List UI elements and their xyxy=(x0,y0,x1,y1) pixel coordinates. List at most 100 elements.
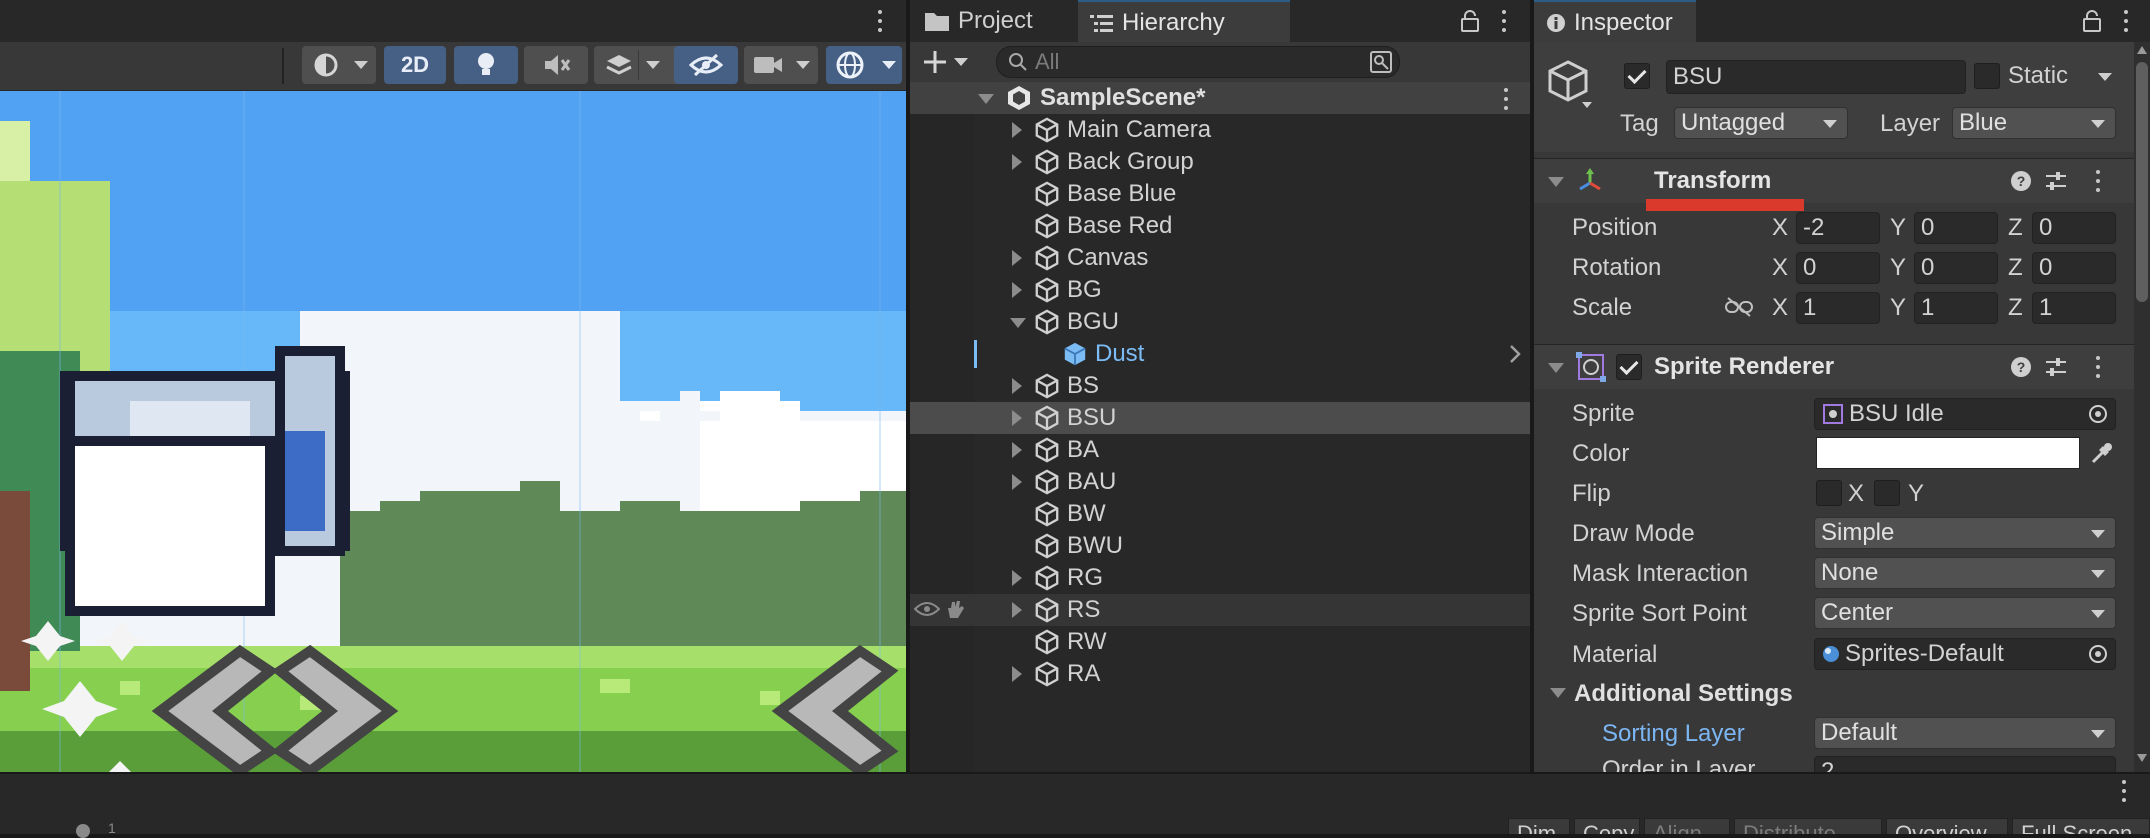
inspector-more-icon[interactable] xyxy=(2124,10,2128,32)
scale-z-field[interactable]: 1 xyxy=(2032,292,2116,324)
rotation-x-field[interactable]: 0 xyxy=(1796,252,1880,284)
foldout-collapsed-icon[interactable] xyxy=(1012,378,1022,394)
help-icon[interactable]: ? xyxy=(2010,356,2032,378)
hierarchy-item[interactable]: BAU xyxy=(910,466,1530,498)
scene-visibility-button[interactable] xyxy=(674,46,738,84)
bottom-toolbar-button[interactable]: Copy xyxy=(1574,818,1640,834)
presets-icon[interactable] xyxy=(2044,356,2068,378)
open-prefab-chevron-icon[interactable] xyxy=(1508,344,1522,364)
sprite-renderer-more-icon[interactable] xyxy=(2096,356,2100,378)
rotation-z-field[interactable]: 0 xyxy=(2032,252,2116,284)
hierarchy-item[interactable]: Base Red xyxy=(910,210,1530,242)
axis-z-label[interactable]: Z xyxy=(2008,214,2023,242)
bottom-more-icon[interactable] xyxy=(2122,780,2126,802)
hierarchy-item[interactable]: RG xyxy=(910,562,1530,594)
panel-splitter[interactable] xyxy=(906,0,910,772)
foldout-collapsed-icon[interactable] xyxy=(1012,154,1022,170)
position-y-field[interactable]: 0 xyxy=(1914,212,1998,244)
foldout-collapsed-icon[interactable] xyxy=(1012,442,1022,458)
sprite-object-field[interactable]: BSU Idle xyxy=(1814,398,2116,430)
transform-more-icon[interactable] xyxy=(2096,170,2100,192)
object-picker-icon[interactable] xyxy=(2087,403,2109,425)
hierarchy-item[interactable]: BGU xyxy=(910,306,1530,338)
gizmos-button[interactable] xyxy=(826,46,902,84)
static-checkbox[interactable] xyxy=(1974,63,2000,89)
rotation-y-field[interactable]: 0 xyxy=(1914,252,1998,284)
hierarchy-more-icon[interactable] xyxy=(1502,10,1506,32)
tab-inspector[interactable]: Inspector xyxy=(1534,0,1696,44)
flip-y-checkbox[interactable] xyxy=(1874,480,1900,506)
hierarchy-item[interactable]: Base Blue xyxy=(910,178,1530,210)
hierarchy-item[interactable]: Canvas xyxy=(910,242,1530,274)
foldout-collapsed-icon[interactable] xyxy=(1012,666,1022,682)
hierarchy-item[interactable]: RW xyxy=(910,626,1530,658)
gameobject-cube-icon[interactable] xyxy=(1546,58,1592,108)
order-in-layer-field[interactable]: 2 xyxy=(1814,756,2116,772)
sprite-renderer-enabled-checkbox[interactable] xyxy=(1616,354,1642,380)
scale-y-field[interactable]: 1 xyxy=(1914,292,1998,324)
axis-y-label[interactable]: Y xyxy=(1890,294,1906,322)
axis-y-label[interactable]: Y xyxy=(1890,254,1906,282)
flip-x-checkbox[interactable] xyxy=(1816,480,1842,506)
layer-dropdown[interactable]: Blue xyxy=(1952,107,2116,139)
hierarchy-item[interactable]: Dust xyxy=(910,338,1530,370)
additional-settings-foldout-icon[interactable] xyxy=(1550,688,1566,698)
tab-project[interactable]: Project xyxy=(910,0,1088,42)
active-checkbox[interactable] xyxy=(1624,63,1650,89)
foldout-collapsed-icon[interactable] xyxy=(1012,602,1022,618)
axis-x-label[interactable]: X xyxy=(1772,254,1788,282)
axis-z-label[interactable]: Z xyxy=(2008,254,2023,282)
camera-button[interactable] xyxy=(744,46,818,84)
transform-header[interactable]: Transform ? xyxy=(1534,158,2134,211)
visibility-eye-icon[interactable] xyxy=(914,600,940,618)
scene-viewport[interactable] xyxy=(0,91,906,772)
object-picker-icon[interactable] xyxy=(2087,643,2109,665)
foldout-collapsed-icon[interactable] xyxy=(1012,282,1022,298)
bottom-toolbar-button[interactable]: Align xyxy=(1644,818,1730,834)
scene-header-row[interactable]: SampleScene* xyxy=(910,82,1530,114)
inspector-scrollbar[interactable] xyxy=(2134,42,2150,772)
hierarchy-item[interactable]: Main Camera xyxy=(910,114,1530,146)
presets-icon[interactable] xyxy=(2044,170,2068,192)
foldout-collapsed-icon[interactable] xyxy=(1012,410,1022,426)
scrollbar-thumb[interactable] xyxy=(2136,62,2148,302)
bottom-toolbar-button[interactable]: Overview xyxy=(1886,818,2008,834)
constrain-proportions-icon[interactable] xyxy=(1724,296,1754,318)
mask-interaction-dropdown[interactable]: None xyxy=(1814,557,2116,589)
search-options-icon[interactable] xyxy=(1369,50,1393,74)
hierarchy-item[interactable]: BW xyxy=(910,498,1530,530)
bottom-toolbar-button[interactable]: Full Screen xyxy=(2012,818,2150,834)
lock-icon[interactable] xyxy=(1460,10,1480,32)
scale-x-field[interactable]: 1 xyxy=(1796,292,1880,324)
hierarchy-item[interactable]: BSU xyxy=(910,402,1530,434)
hierarchy-search-input[interactable]: All xyxy=(996,46,1400,78)
create-button[interactable] xyxy=(922,46,972,78)
foldout-collapsed-icon[interactable] xyxy=(1012,474,1022,490)
bottom-toolbar-button[interactable]: Dim xyxy=(1508,818,1570,834)
sprite-renderer-header[interactable]: Sprite Renderer ? xyxy=(1534,344,2134,389)
foldout-collapsed-icon[interactable] xyxy=(1012,250,1022,266)
additional-settings-label[interactable]: Additional Settings xyxy=(1574,680,1793,708)
axis-x-label[interactable]: X xyxy=(1772,214,1788,242)
hierarchy-item[interactable]: BG xyxy=(910,274,1530,306)
material-object-field[interactable]: Sprites-Default xyxy=(1814,638,2116,670)
help-icon[interactable]: ? xyxy=(2010,170,2032,192)
audio-button[interactable] xyxy=(524,46,588,84)
color-swatch[interactable] xyxy=(1816,437,2080,469)
mode-2d-button[interactable]: 2D xyxy=(384,46,446,84)
hierarchy-item[interactable]: RS xyxy=(910,594,1530,626)
sprite-sort-point-dropdown[interactable]: Center xyxy=(1814,597,2116,629)
scene-more-icon[interactable] xyxy=(878,10,882,32)
sorting-layer-dropdown[interactable]: Default xyxy=(1814,717,2116,749)
position-z-field[interactable]: 0 xyxy=(2032,212,2116,244)
hierarchy-item[interactable]: BS xyxy=(910,370,1530,402)
axis-z-label[interactable]: Z xyxy=(2008,294,2023,322)
hierarchy-item[interactable]: Back Group xyxy=(910,146,1530,178)
position-x-field[interactable]: -2 xyxy=(1796,212,1880,244)
hierarchy-item[interactable]: BA xyxy=(910,434,1530,466)
lighting-button[interactable] xyxy=(454,46,518,84)
pickability-hand-icon[interactable] xyxy=(944,598,966,620)
axis-x-label[interactable]: X xyxy=(1772,294,1788,322)
draw-mode-dropdown[interactable]: Simple xyxy=(1814,517,2116,549)
tag-dropdown[interactable]: Untagged xyxy=(1674,107,1848,139)
